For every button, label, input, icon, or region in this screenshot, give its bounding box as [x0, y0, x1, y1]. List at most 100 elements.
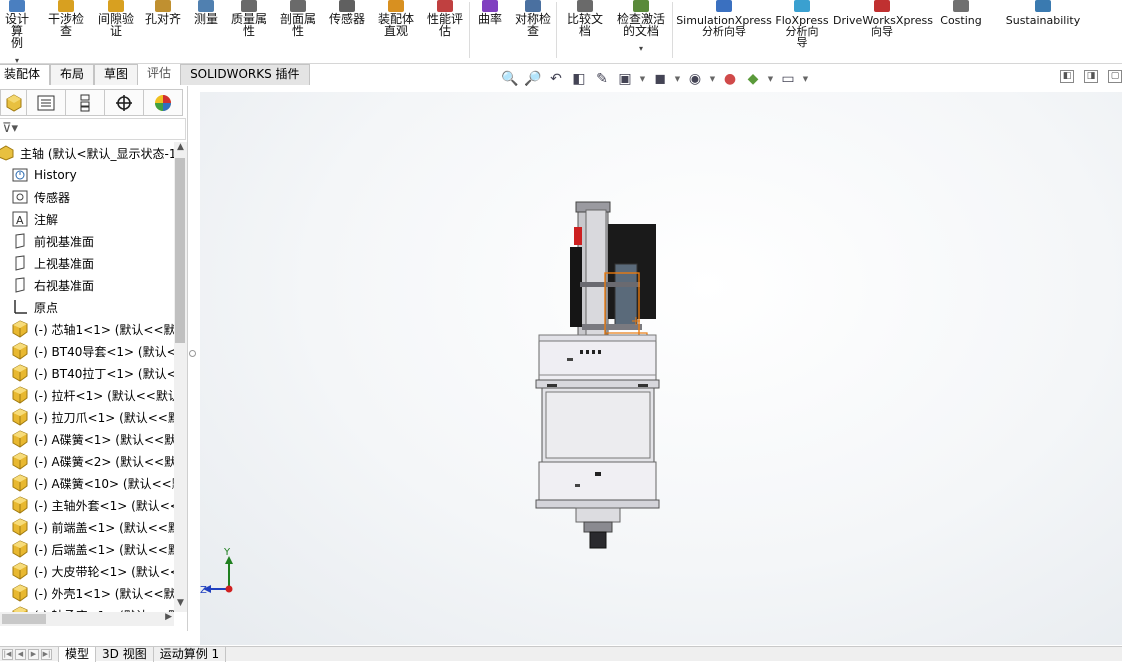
- ribbon-button-floxpress[interactable]: FloXpress 分析向 导: [774, 0, 830, 62]
- scroll-up-icon[interactable]: ▲: [174, 142, 187, 156]
- spindle-assembly-model[interactable]: [530, 197, 670, 567]
- view-settings-icon[interactable]: ▭: [778, 70, 798, 88]
- ribbon-button-simulationxpress[interactable]: SimulationXpress 分析向导: [676, 0, 772, 62]
- hide-show-items-icon[interactable]: ◉: [685, 70, 705, 88]
- assembly-icon: [0, 144, 15, 162]
- zoom-to-area-icon[interactable]: 🔎: [523, 70, 543, 88]
- tree-node[interactable]: (-) 大皮带轮<1> (默认<<默认>: [0, 560, 174, 582]
- last-tab-icon[interactable]: ▶|: [41, 648, 52, 660]
- tree-node[interactable]: (-) 轴承座<1> (默认<<默认>: [0, 604, 174, 612]
- tab-evaluate[interactable]: 评估: [138, 64, 181, 85]
- tree-node[interactable]: (-) A碟簧<10> (默认<<默认>: [0, 472, 174, 494]
- chevron-down-icon[interactable]: ▼: [708, 70, 717, 88]
- ribbon-button-interference-check[interactable]: 干涉检 查: [43, 0, 89, 62]
- scrollbar-thumb[interactable]: [2, 614, 46, 624]
- ribbon-button-sustainability[interactable]: Sustainability: [1003, 0, 1083, 62]
- ribbon-button-hole-alignment[interactable]: 孔对齐: [141, 0, 185, 62]
- ribbon-button-curvature[interactable]: 曲率: [474, 0, 506, 62]
- tree-node[interactable]: (-) A碟簧<2> (默认<<默认>: [0, 450, 174, 472]
- chevron-down-icon[interactable]: ▾: [610, 43, 672, 55]
- panel-splitter[interactable]: [188, 86, 200, 631]
- tree-node[interactable]: 传感器: [0, 186, 174, 208]
- tree-vertical-scrollbar[interactable]: ▲ ▼: [174, 142, 187, 612]
- ribbon-button-measure[interactable]: 测量: [190, 0, 222, 62]
- measure-icon: [198, 0, 214, 12]
- tab-3d-view[interactable]: 3D 视图: [96, 647, 154, 662]
- tile-right-icon[interactable]: ◨: [1084, 70, 1098, 83]
- tab-sketch[interactable]: 草图: [94, 64, 139, 85]
- performance-evaluation-icon: [437, 0, 453, 12]
- tree-horizontal-scrollbar[interactable]: ▶: [0, 612, 174, 626]
- part-icon: [11, 342, 29, 360]
- ribbon-button-sensor[interactable]: 传感器: [324, 0, 370, 62]
- ribbon-button-symmetry-check[interactable]: 对称检 查: [510, 0, 556, 62]
- ribbon-button-check-active-document[interactable]: 检查激活 的文档 ▾: [610, 0, 672, 62]
- previous-view-icon[interactable]: ↶: [546, 70, 566, 88]
- graphics-area[interactable]: Y Z: [200, 92, 1122, 645]
- ribbon-button-label: 孔对齐: [144, 12, 181, 26]
- dynamic-annotation-icon[interactable]: ✎: [592, 70, 612, 88]
- ribbon-button-section-properties[interactable]: 剖面属 性: [276, 0, 320, 62]
- chevron-down-icon[interactable]: ▼: [801, 70, 810, 88]
- tree-filter[interactable]: ⊽▾: [0, 118, 186, 140]
- tree-node[interactable]: 上视基准面: [0, 252, 174, 274]
- featuremanager-tab[interactable]: [0, 89, 27, 116]
- scroll-down-icon[interactable]: ▼: [174, 598, 187, 612]
- ribbon-button-performance-evaluation[interactable]: 性能评 估: [422, 0, 468, 62]
- tree-node[interactable]: History: [0, 164, 174, 186]
- tree-node[interactable]: (-) BT40拉丁<1> (默认<<默认>: [0, 362, 174, 384]
- configurationmanager-tab[interactable]: [65, 89, 105, 116]
- tree-node[interactable]: (-) 拉杆<1> (默认<<默认>: [0, 384, 174, 406]
- section-view-icon[interactable]: ◧: [569, 70, 589, 88]
- tile-left-icon[interactable]: ◧: [1060, 70, 1074, 83]
- tab-model[interactable]: 模型: [58, 647, 97, 662]
- tab-motion-study[interactable]: 运动算例 1: [154, 647, 227, 662]
- tree-node[interactable]: (-) 芯轴1<1> (默认<<默认>: [0, 318, 174, 340]
- ribbon-button-mass-properties[interactable]: 质量属 性: [227, 0, 271, 62]
- chevron-down-icon[interactable]: ▼: [673, 70, 682, 88]
- apply-scene-icon[interactable]: ◆: [743, 70, 763, 88]
- ribbon-button-design-study[interactable]: 设计算 例 ▾: [0, 0, 34, 65]
- ribbon-button-costing[interactable]: Costing: [936, 0, 986, 62]
- displaymanager-tab[interactable]: [143, 89, 183, 116]
- tree-node[interactable]: (-) 外壳1<1> (默认<<默认>: [0, 582, 174, 604]
- scrollbar-thumb[interactable]: [175, 158, 185, 343]
- tree-node[interactable]: 前视基准面: [0, 230, 174, 252]
- tree-node[interactable]: (-) 主轴外套<1> (默认<<默认>: [0, 494, 174, 516]
- view-orientation-icon[interactable]: ▣: [615, 70, 635, 88]
- splitter-handle[interactable]: [189, 350, 196, 357]
- part-icon: [11, 540, 29, 558]
- tab-assembly[interactable]: 装配体: [0, 64, 51, 85]
- tree-node[interactable]: 原点: [0, 296, 174, 318]
- tree-root-assembly[interactable]: 主轴 (默认<默认_显示状态-1>): [0, 142, 174, 164]
- tree-node-label: (-) 大皮带轮<1> (默认<<默认>: [34, 564, 174, 579]
- tab-solidworks-addins[interactable]: SOLIDWORKS 插件: [180, 64, 310, 85]
- display-style-icon[interactable]: ◼: [650, 70, 670, 88]
- ribbon-button-clearance-verification[interactable]: 间隙验 证: [92, 0, 140, 62]
- ribbon-button-compare-documents[interactable]: 比较文 档: [562, 0, 608, 62]
- tree-node[interactable]: (-) BT40导套<1> (默认<<默认>: [0, 340, 174, 362]
- tree-node[interactable]: A 注解: [0, 208, 174, 230]
- interference-check-icon: [58, 0, 74, 12]
- design-study-icon: [9, 0, 25, 12]
- tree-node[interactable]: (-) 后端盖<1> (默认<<默认>: [0, 538, 174, 560]
- tree-node[interactable]: (-) 前端盖<1> (默认<<默认>: [0, 516, 174, 538]
- chevron-down-icon[interactable]: ▼: [766, 70, 775, 88]
- prev-tab-icon[interactable]: ◀: [15, 648, 26, 660]
- tree-node[interactable]: (-) A碟簧<1> (默认<<默认>: [0, 428, 174, 450]
- tab-layout[interactable]: 布局: [50, 64, 95, 85]
- tree-node[interactable]: 右视基准面: [0, 274, 174, 296]
- scroll-right-icon[interactable]: ▶: [165, 612, 172, 622]
- tree-node[interactable]: (-) 拉刀爪<1> (默认<<默认>: [0, 406, 174, 428]
- edit-appearance-icon[interactable]: ●: [720, 70, 740, 88]
- first-tab-icon[interactable]: |◀: [2, 648, 13, 660]
- restore-window-icon[interactable]: ▢: [1108, 70, 1122, 83]
- propertymanager-tab[interactable]: [26, 89, 66, 116]
- ribbon-button-assembly-visualization[interactable]: 装配体 直观: [373, 0, 419, 62]
- display-manager-icon: [155, 94, 171, 111]
- chevron-down-icon[interactable]: ▼: [638, 70, 647, 88]
- dimxpertmanager-tab[interactable]: [104, 89, 144, 116]
- ribbon-button-driveworksxpress[interactable]: DriveWorksXpress 向导: [833, 0, 933, 62]
- zoom-to-fit-icon[interactable]: 🔍: [500, 70, 520, 88]
- next-tab-icon[interactable]: ▶: [28, 648, 39, 660]
